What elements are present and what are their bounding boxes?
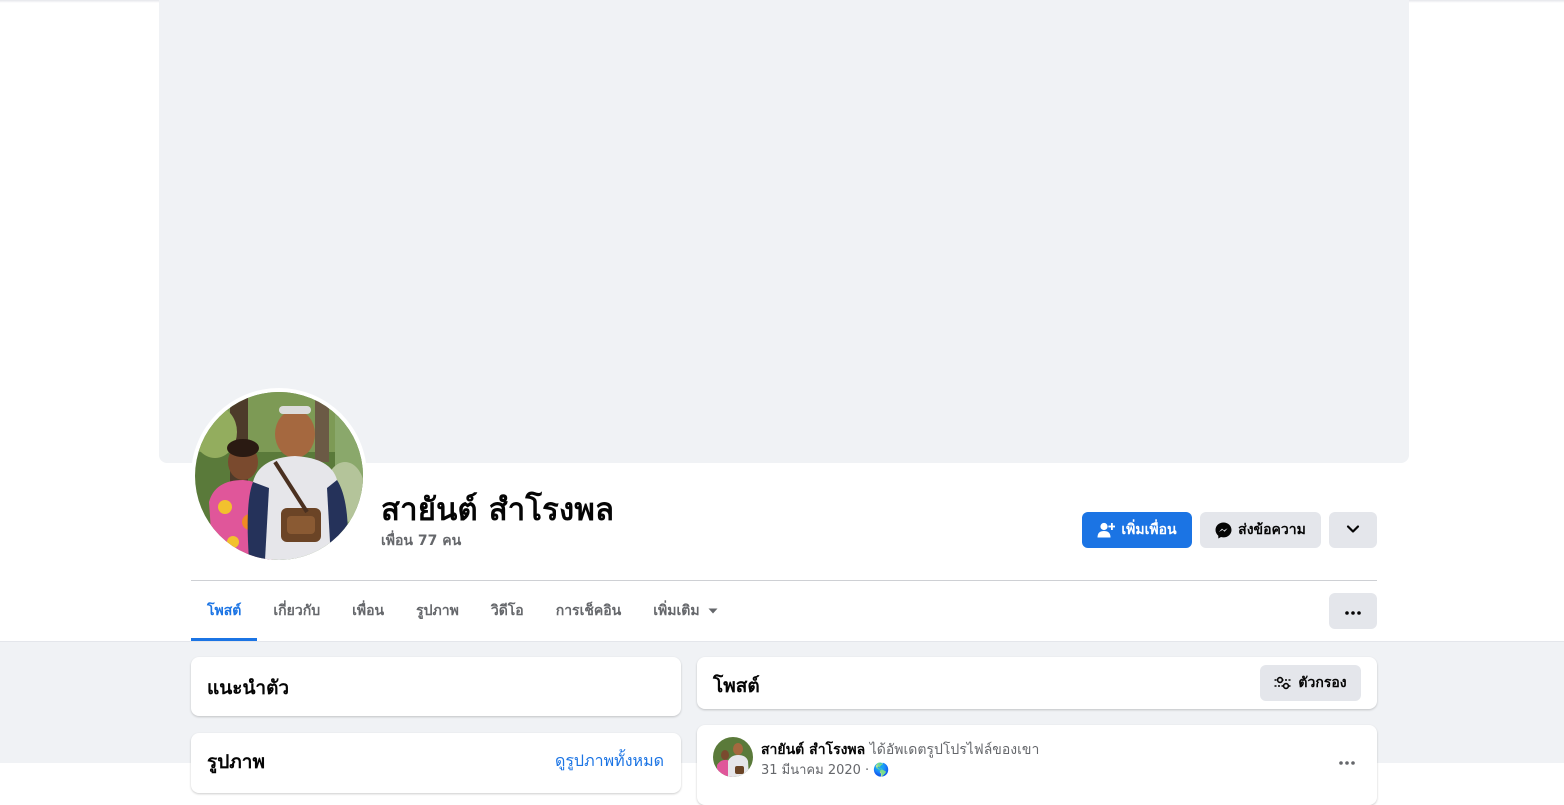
tab-posts[interactable]: โพสต์ bbox=[191, 581, 258, 641]
post-author-avatar[interactable] bbox=[713, 737, 753, 777]
caret-down-icon bbox=[708, 608, 718, 614]
tab-label: วิดีโอ bbox=[490, 603, 524, 619]
filter-button[interactable]: ตัวกรอง bbox=[1260, 665, 1361, 701]
post-card: สายันต์ สำโรงพล ได้อัพเดตรูปโปรไฟล์ของเข… bbox=[697, 725, 1377, 805]
tabs-more-options-button[interactable] bbox=[1329, 593, 1377, 629]
intro-title: แนะนำตัว bbox=[207, 677, 290, 699]
profile-name: สายันต์ สำโรงพล bbox=[381, 492, 615, 528]
tab-about[interactable]: เกี่ยวกับ bbox=[257, 581, 336, 641]
tab-label: รูปภาพ bbox=[416, 603, 459, 619]
tab-more[interactable]: เพิ่มเติม bbox=[637, 581, 733, 641]
posts-header-card: โพสต์ ตัวกรอง bbox=[697, 657, 1377, 709]
chevron-down-icon bbox=[1346, 522, 1360, 538]
tab-label: เพื่อน bbox=[352, 603, 385, 619]
photos-card: รูปภาพ ดูรูปภาพทั้งหมด bbox=[191, 733, 681, 793]
cover-photo-area[interactable] bbox=[159, 0, 1409, 463]
send-message-label: ส่งข้อความ bbox=[1238, 522, 1306, 538]
posts-title: โพสต์ bbox=[713, 675, 760, 697]
tab-label: การเช็คอิน bbox=[555, 603, 622, 619]
tab-photos[interactable]: รูปภาพ bbox=[400, 581, 475, 641]
tab-label: โพสต์ bbox=[207, 603, 242, 619]
post-author-name[interactable]: สายันต์ สำโรงพล bbox=[761, 742, 865, 758]
messenger-icon bbox=[1215, 522, 1232, 539]
tab-check-ins[interactable]: การเช็คอิน bbox=[540, 581, 638, 641]
post-author-line: สายันต์ สำโรงพล ได้อัพเดตรูปโปรไฟล์ของเข… bbox=[761, 739, 1039, 761]
intro-card: แนะนำตัว bbox=[191, 657, 681, 716]
tab-friends[interactable]: เพื่อน bbox=[336, 581, 400, 641]
send-message-button[interactable]: ส่งข้อความ bbox=[1200, 512, 1321, 548]
profile-picture[interactable] bbox=[195, 392, 363, 560]
ellipsis-icon bbox=[1345, 603, 1361, 619]
sliders-icon bbox=[1274, 676, 1292, 690]
ellipsis-icon bbox=[1339, 750, 1355, 769]
tab-label: เกี่ยวกับ bbox=[273, 603, 321, 619]
friend-count[interactable]: เพื่อน 77 คน bbox=[381, 530, 461, 552]
post-options-button[interactable] bbox=[1329, 741, 1365, 777]
tab-videos[interactable]: วิดีโอ bbox=[475, 581, 540, 641]
post-action-text: ได้อัพเดตรูปโปรไฟล์ของเขา bbox=[869, 742, 1040, 758]
photos-title: รูปภาพ bbox=[207, 751, 265, 773]
add-friend-label: เพิ่มเพื่อน bbox=[1121, 522, 1177, 538]
tab-label: เพิ่มเติม bbox=[653, 603, 700, 619]
person-plus-icon bbox=[1097, 522, 1116, 538]
filter-label: ตัวกรอง bbox=[1298, 675, 1347, 691]
post-timestamp[interactable]: 31 มีนาคม 2020 · 🌎 bbox=[761, 759, 890, 780]
profile-tabs: โพสต์ เกี่ยวกับ เพื่อน รูปภาพ วิดีโอ การ… bbox=[191, 581, 734, 641]
see-all-photos-link[interactable]: ดูรูปภาพทั้งหมด bbox=[555, 749, 664, 774]
add-friend-button[interactable]: เพิ่มเพื่อน bbox=[1082, 512, 1192, 548]
profile-options-dropdown-button[interactable] bbox=[1329, 512, 1377, 548]
